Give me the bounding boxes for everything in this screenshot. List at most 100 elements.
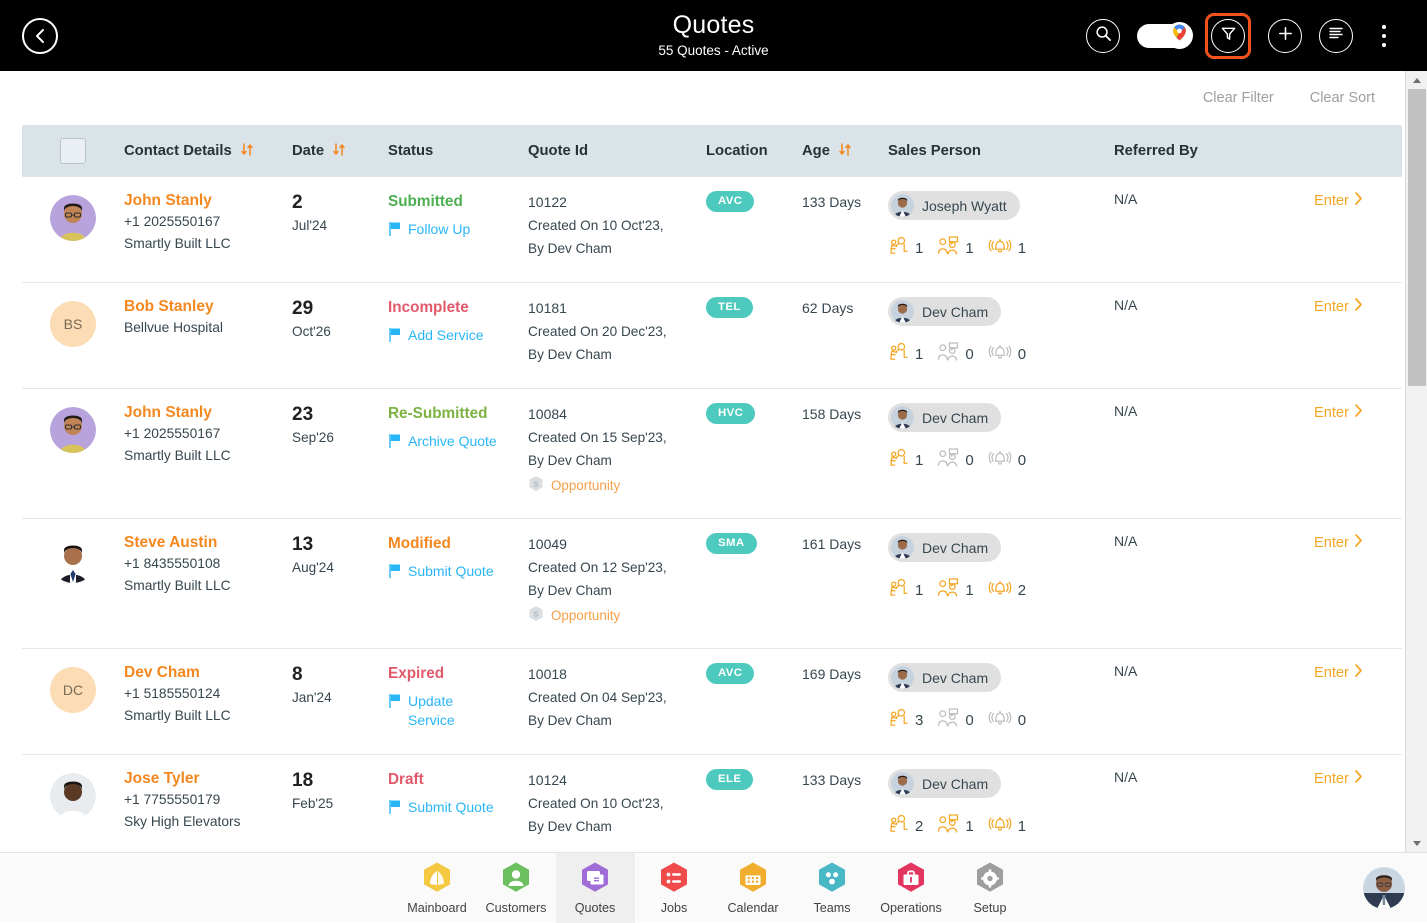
referred-by-cell: N/A bbox=[1114, 403, 1314, 518]
enter-link[interactable]: Enter bbox=[1314, 663, 1402, 682]
nav-item-operations[interactable]: Operations bbox=[872, 853, 951, 923]
nav-item-mainboard[interactable]: Mainboard bbox=[398, 853, 477, 923]
enter-cell: Enter bbox=[1314, 663, 1402, 754]
status-action-link[interactable]: Follow Up bbox=[388, 220, 500, 242]
scrollbar-thumb[interactable] bbox=[1408, 89, 1426, 386]
nav-item-customers[interactable]: Customers bbox=[477, 853, 556, 923]
contact-details-cell: Dev Cham+1 5185550124Smartly Built LLC bbox=[124, 663, 292, 754]
nav-item-jobs[interactable]: Jobs bbox=[635, 853, 714, 923]
column-header-age[interactable]: Age bbox=[802, 142, 888, 161]
meeting-count-group[interactable]: 1 bbox=[937, 578, 973, 602]
status-action-link[interactable]: Archive Quote bbox=[388, 432, 500, 454]
table-row[interactable]: DCDev Cham+1 5185550124Smartly Built LLC… bbox=[22, 649, 1402, 755]
inspection-count-group[interactable]: 1 bbox=[888, 448, 923, 472]
contact-details-cell: Steve Austin+1 8435550108Smartly Built L… bbox=[124, 533, 292, 648]
profile-avatar-button[interactable] bbox=[1363, 867, 1405, 909]
enter-link[interactable]: Enter bbox=[1314, 297, 1402, 316]
kebab-dot bbox=[1382, 43, 1386, 47]
opportunity-badge[interactable]: SOpportunity bbox=[528, 605, 706, 625]
table-row[interactable]: John Stanly+1 2025550167Smartly Built LL… bbox=[22, 177, 1402, 283]
meeting-count-group[interactable]: 0 bbox=[937, 342, 973, 366]
status-cell: Re-Submitted Archive Quote bbox=[388, 403, 528, 518]
meeting-count: 0 bbox=[965, 346, 973, 363]
nav-item-quotes[interactable]: Quotes bbox=[556, 853, 635, 923]
enter-link[interactable]: Enter bbox=[1314, 769, 1402, 788]
status-action-link[interactable]: Update Service bbox=[388, 692, 500, 730]
search-button[interactable] bbox=[1086, 19, 1120, 53]
vertical-scrollbar[interactable] bbox=[1405, 71, 1427, 852]
nav-item-label: Jobs bbox=[661, 901, 688, 915]
sort-icon[interactable] bbox=[240, 142, 254, 161]
reminder-count-group[interactable]: 0 bbox=[988, 342, 1026, 366]
table-row[interactable]: Jose Tyler+1 7755550179Sky High Elevator… bbox=[22, 755, 1402, 861]
filter-button[interactable] bbox=[1211, 19, 1245, 53]
enter-link[interactable]: Enter bbox=[1314, 403, 1402, 422]
nav-item-setup[interactable]: Setup bbox=[951, 853, 1030, 923]
contact-name[interactable]: Bob Stanley bbox=[124, 297, 292, 317]
reminder-count-group[interactable]: 2 bbox=[988, 578, 1026, 602]
inspection-count-group[interactable]: 1 bbox=[888, 342, 923, 366]
referred-by-cell: N/A bbox=[1114, 769, 1314, 860]
reminder-count-group[interactable]: 0 bbox=[988, 448, 1026, 472]
nav-item-teams[interactable]: Teams bbox=[793, 853, 872, 923]
status-action-link[interactable]: Submit Quote bbox=[388, 562, 500, 584]
sales-person-chip[interactable]: Dev Cham bbox=[888, 769, 1001, 798]
meeting-count-group[interactable]: 1 bbox=[937, 236, 973, 260]
sales-person-chip[interactable]: Joseph Wyatt bbox=[888, 191, 1020, 220]
reminder-count-group[interactable]: 1 bbox=[988, 814, 1026, 838]
column-header-date[interactable]: Date bbox=[292, 142, 388, 161]
add-quote-button[interactable] bbox=[1268, 19, 1302, 53]
status-action-link[interactable]: Submit Quote bbox=[388, 798, 500, 820]
sales-person-chip[interactable]: Dev Cham bbox=[888, 403, 1001, 432]
scroll-up-button[interactable] bbox=[1406, 71, 1427, 89]
clear-filter-button[interactable]: Clear Filter bbox=[1203, 90, 1274, 106]
clear-sort-button[interactable]: Clear Sort bbox=[1310, 90, 1375, 106]
plus-icon bbox=[1277, 25, 1294, 47]
sort-icon[interactable] bbox=[838, 142, 852, 161]
quote-id-cell: 10084Created On 15 Sep'23,By Dev ChamSOp… bbox=[528, 403, 706, 518]
scroll-down-button[interactable] bbox=[1406, 834, 1427, 852]
contact-name[interactable]: John Stanly bbox=[124, 191, 292, 211]
more-options-button[interactable] bbox=[1371, 19, 1397, 53]
inspection-count-group[interactable]: 1 bbox=[888, 578, 923, 602]
sort-icon[interactable] bbox=[332, 142, 346, 161]
sales-person-chip[interactable]: Dev Cham bbox=[888, 533, 1001, 562]
list-view-button[interactable] bbox=[1319, 19, 1353, 53]
enter-link[interactable]: Enter bbox=[1314, 191, 1402, 210]
table-row[interactable]: John Stanly+1 2025550167Smartly Built LL… bbox=[22, 389, 1402, 519]
column-header-contact-details[interactable]: Contact Details bbox=[124, 142, 292, 161]
status-action-link[interactable]: Add Service bbox=[388, 326, 500, 348]
inspection-count-group[interactable]: 2 bbox=[888, 814, 923, 838]
inspection-count-group[interactable]: 1 bbox=[888, 236, 923, 260]
date-month: Jul'24 bbox=[292, 215, 388, 237]
inspection-count-group[interactable]: 3 bbox=[888, 708, 923, 732]
sales-person-chip[interactable]: Dev Cham bbox=[888, 663, 1001, 692]
select-all-checkbox[interactable] bbox=[60, 138, 86, 164]
table-row[interactable]: Steve Austin+1 8435550108Smartly Built L… bbox=[22, 519, 1402, 649]
reminder-count-group[interactable]: 1 bbox=[988, 236, 1026, 260]
map-view-toggle[interactable] bbox=[1137, 24, 1191, 48]
chevron-right-icon bbox=[1353, 769, 1364, 788]
sales-person-chip[interactable]: Dev Cham bbox=[888, 297, 1001, 326]
back-button[interactable] bbox=[22, 18, 58, 54]
enter-link[interactable]: Enter bbox=[1314, 533, 1402, 552]
inspection-icon bbox=[888, 448, 909, 472]
contact-company: Smartly Built LLC bbox=[124, 705, 292, 727]
status-label: Re-Submitted bbox=[388, 403, 528, 425]
meeting-count-group[interactable]: 0 bbox=[937, 708, 973, 732]
contact-name[interactable]: Dev Cham bbox=[124, 663, 292, 683]
opportunity-badge[interactable]: SOpportunity bbox=[528, 475, 706, 495]
reminder-bell-icon bbox=[988, 578, 1012, 602]
referred-by-value: N/A bbox=[1114, 297, 1137, 313]
contact-name[interactable]: Jose Tyler bbox=[124, 769, 292, 789]
reminder-count-group[interactable]: 0 bbox=[988, 708, 1026, 732]
row-avatar-cell bbox=[22, 191, 124, 282]
contact-name[interactable]: Steve Austin bbox=[124, 533, 292, 553]
opportunity-label: Opportunity bbox=[551, 608, 620, 623]
meeting-count-group[interactable]: 0 bbox=[937, 448, 973, 472]
meeting-count-group[interactable]: 1 bbox=[937, 814, 973, 838]
contact-company: Sky High Elevators bbox=[124, 811, 292, 833]
nav-item-calendar[interactable]: Calendar bbox=[714, 853, 793, 923]
contact-name[interactable]: John Stanly bbox=[124, 403, 292, 423]
table-row[interactable]: BSBob StanleyBellvue Hospital29Oct'26Inc… bbox=[22, 283, 1402, 389]
